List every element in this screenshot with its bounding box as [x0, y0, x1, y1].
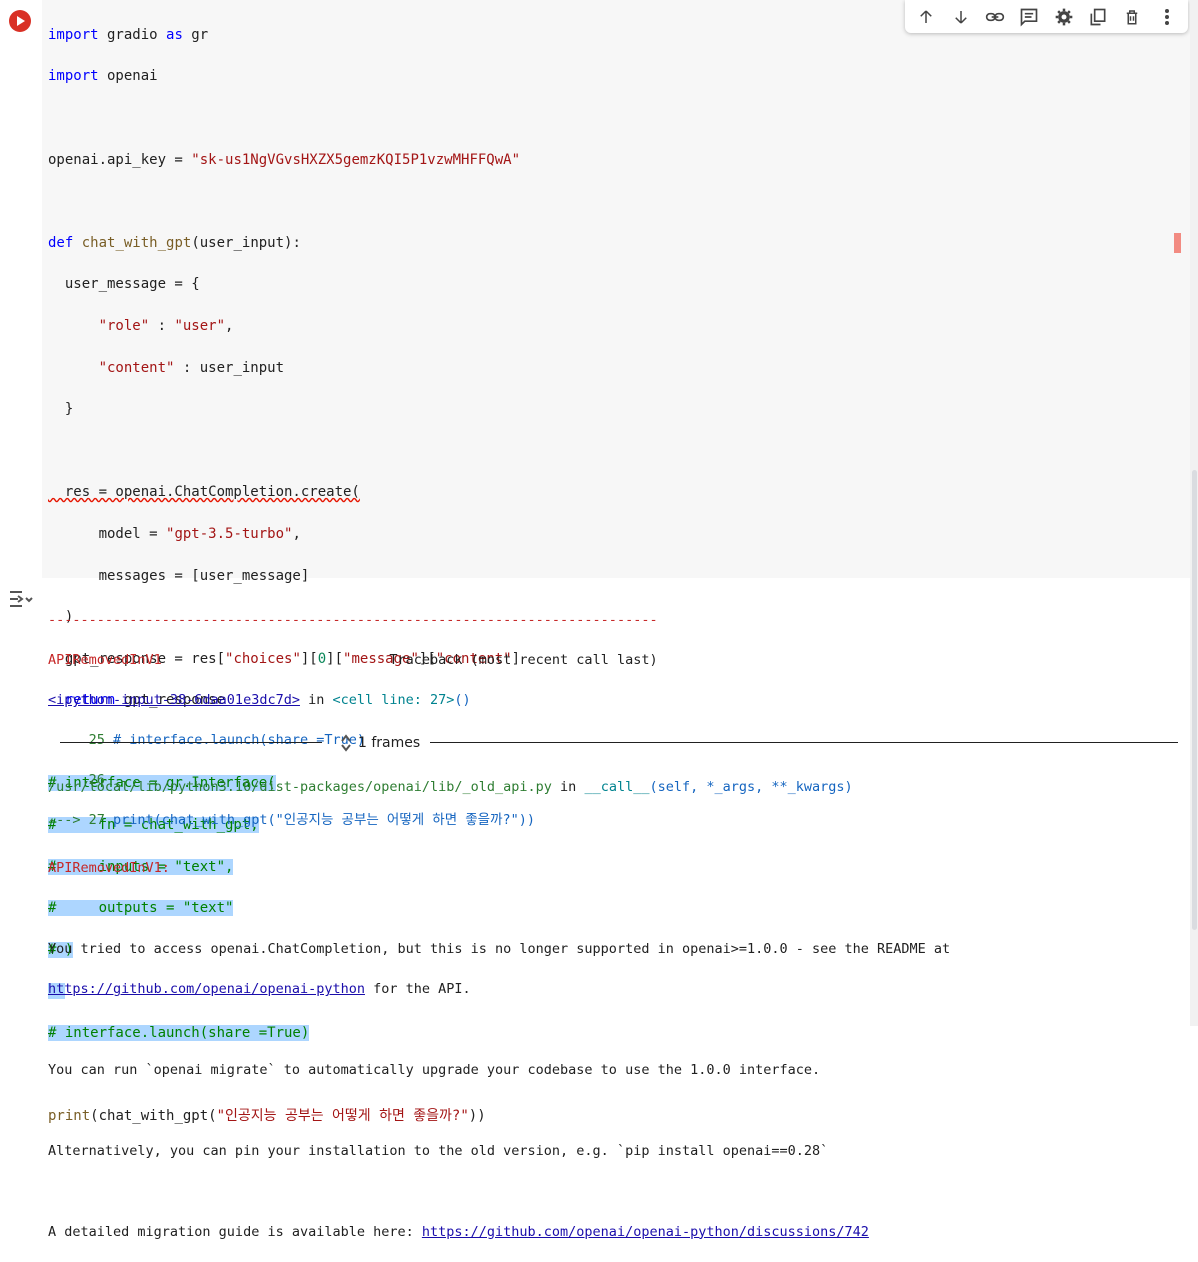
lib-path: /usr/local/lib/python3.10/dist-packages/… — [48, 779, 552, 796]
run-cell-button[interactable] — [9, 10, 31, 32]
error-message: for the API. — [364, 981, 471, 998]
code-token: model = — [48, 525, 167, 542]
error-name: APIRemovedInV1 — [48, 652, 162, 668]
cell-line-ref: <cell line: 27> — [332, 692, 455, 708]
code-token: import — [48, 68, 99, 85]
error-message: Alternatively, you can pin your installa… — [48, 1142, 829, 1159]
output-dashes: ----------------------------------------… — [48, 612, 658, 628]
code-token: def — [48, 234, 74, 251]
output-actions-icon[interactable] — [8, 588, 34, 610]
code-token: : — [149, 317, 175, 334]
code-token: "content" — [98, 359, 175, 376]
output-text: () — [454, 692, 471, 708]
scrollbar-thumb[interactable] — [1192, 470, 1197, 930]
gear-icon[interactable] — [1052, 5, 1076, 29]
code-token: "user" — [174, 317, 226, 334]
error-message: You can run `openai migrate` to automati… — [48, 1062, 821, 1079]
code-token: (user_input): — [191, 234, 301, 251]
error-message: A detailed migration guide is available … — [48, 1223, 422, 1240]
ipython-input-link[interactable]: <ipython-input-38-6daa01e3dc7d> — [48, 692, 300, 708]
code-token: } — [48, 401, 74, 418]
divider — [430, 742, 1178, 743]
trash-icon[interactable] — [1120, 5, 1144, 29]
mirror-cell-icon[interactable] — [1086, 5, 1110, 29]
frames-toggle[interactable]: 1 frames — [60, 731, 1178, 755]
code-token: "role" — [98, 317, 150, 334]
frames-label[interactable]: 1 frames — [340, 733, 420, 753]
cell-output-continued: /usr/local/lib/python3.10/dist-packages/… — [48, 757, 1178, 1262]
frames-count: 1 frames — [358, 735, 421, 751]
code-token: , — [225, 317, 234, 334]
cell-gutter — [0, 0, 42, 578]
error-name: APIRemovedInV1: — [48, 860, 170, 877]
traceback-header: Traceback (most recent call last) — [161, 652, 658, 668]
code-token: : user_input — [174, 359, 285, 376]
arrow-up-icon[interactable] — [914, 5, 938, 29]
code-token-error: res = openai.ChatCompletion.create( — [48, 484, 360, 501]
code-cell[interactable]: import gradio as gr import openai openai… — [0, 0, 1190, 1124]
api-key-string: "sk-us1NgVGvsHXZX5gemzKQI5P1vzwMHFFQwA" — [191, 151, 521, 168]
comment-icon[interactable] — [1017, 5, 1041, 29]
code-token: gradio — [98, 26, 167, 43]
code-token: import — [48, 26, 99, 43]
more-vert-icon[interactable] — [1155, 5, 1179, 29]
cell-toolbar — [905, 0, 1188, 33]
readme-link[interactable]: https://github.com/openai/openai-python — [48, 981, 365, 997]
code-token: user_message = { — [48, 276, 200, 293]
lib-function: __call__ — [584, 779, 650, 796]
code-token: chat_with_gpt — [73, 234, 192, 251]
code-token: as — [166, 26, 183, 43]
code-token: openai — [98, 68, 158, 85]
link-icon[interactable] — [983, 5, 1007, 29]
arrow-down-icon[interactable] — [949, 5, 973, 29]
code-token: messages = [user_message] — [48, 567, 310, 584]
error-scroll-marker — [1174, 233, 1181, 253]
code-token: openai.api_key = — [48, 151, 192, 168]
expand-frames-icon — [341, 734, 351, 752]
migration-guide-link[interactable]: https://github.com/openai/openai-python/… — [422, 1224, 869, 1240]
divider — [60, 742, 322, 743]
error-message: You tried to access openai.ChatCompletio… — [48, 940, 951, 957]
lib-args: (self, *_args, **_kwargs) — [649, 779, 853, 796]
code-token: , — [292, 525, 301, 542]
code-token: gr — [182, 26, 209, 43]
output-text: in — [551, 779, 585, 796]
output-text: in — [299, 692, 333, 708]
code-token: "gpt-3.5-turbo" — [166, 525, 293, 542]
